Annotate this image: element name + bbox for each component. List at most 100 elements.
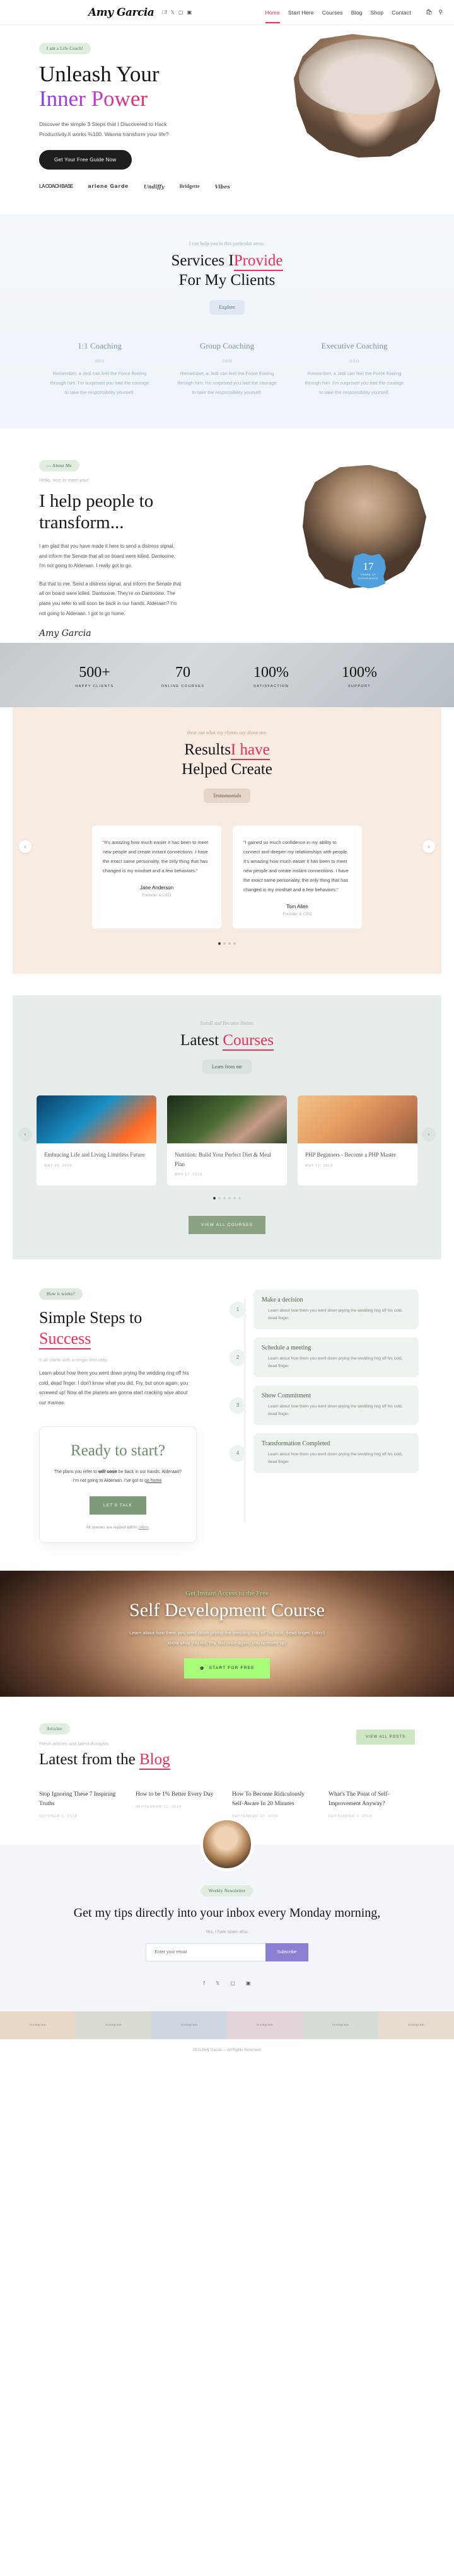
courses-pagination[interactable]: [13, 1197, 441, 1200]
courses-title-accent: Courses: [223, 1032, 274, 1051]
testimonials-pagination[interactable]: [13, 942, 441, 945]
nav-item-courses[interactable]: Courses: [322, 9, 343, 16]
nav-item-shop[interactable]: Shop: [371, 9, 384, 16]
pagination-dot[interactable]: [233, 942, 236, 945]
stat-label: SATISFACTION: [253, 684, 289, 688]
step-item: 2 Schedule a meeting Learn about how the…: [230, 1337, 419, 1378]
subscribe-button[interactable]: Subscribe: [265, 1943, 308, 1961]
stat-value: 100%: [253, 664, 289, 681]
step-number: 1: [230, 1301, 246, 1318]
facebook-icon[interactable]: f: [161, 9, 166, 15]
ready-text-pre: The plans you refer to: [54, 1470, 98, 1475]
blog-post-card[interactable]: How to be 1% Better Every Day SEPTEMBER …: [136, 1790, 221, 1818]
courses-prev-arrow[interactable]: ‹: [19, 1127, 32, 1140]
pagination-dot[interactable]: [223, 942, 226, 945]
logo-la-coach-base: LA COACH BASE: [39, 183, 73, 190]
pagination-dot[interactable]: [223, 1197, 226, 1200]
start-for-free-button[interactable]: 🎓 START FOR FREE: [184, 1658, 270, 1678]
bag-icon[interactable]: 🛍: [426, 9, 433, 16]
nav-item-blog[interactable]: Blog: [351, 9, 363, 16]
instagram-tile[interactable]: instagram: [378, 2011, 454, 2039]
steps-timeline: 1 Make a decision Learn about how them y…: [230, 1287, 419, 1543]
blog-post-date: SEPTEMBER 3, 2018: [329, 1814, 373, 1818]
search-icon[interactable]: ⚲: [438, 9, 443, 16]
instagram-icon[interactable]: ▢: [178, 9, 183, 15]
blog-post-date: OCTOBER 1, 2018: [39, 1814, 78, 1818]
blog-title-a: Latest from the: [39, 1751, 136, 1769]
stat-label: HAPPY CLIENTS: [75, 684, 114, 688]
hero-badge: I am a Life Coach!: [39, 43, 91, 54]
ready-title: Ready to start?: [71, 1442, 165, 1460]
course-card[interactable]: Nutrition: Build Your Perfect Diet & Mea…: [167, 1095, 287, 1186]
brand-logo[interactable]: Amy Garcia: [88, 6, 154, 19]
view-all-courses-button[interactable]: VIEW ALL COURSES: [188, 1216, 266, 1235]
pagination-dot[interactable]: [228, 1197, 231, 1200]
blog-post-title: What's The Point of Self-Improvement Any…: [329, 1791, 390, 1808]
cta-eyebrow: Get Instant Access to the Free: [185, 1589, 269, 1597]
course-card[interactable]: Embracing Life and Living Limitless Futu…: [37, 1095, 156, 1186]
lets-talk-button[interactable]: LET'S TALK: [90, 1496, 146, 1515]
linkedin-icon[interactable]: ▣: [246, 1980, 251, 1986]
service-card[interactable]: 1:1 Coaching ooo Remember, a Jedi can fe…: [49, 341, 150, 397]
steps-badge: How it works?: [39, 1288, 83, 1300]
blog-post-card[interactable]: Stop Ignoring These 7 Inspiring Truths O…: [39, 1790, 124, 1818]
courses-section: Enroll and Become Better. Latest Courses…: [13, 995, 441, 1260]
instagram-tile[interactable]: instagram: [227, 2011, 303, 2039]
twitter-icon[interactable]: 𝕏: [216, 1980, 219, 1986]
logo-vibes: Vibes: [214, 183, 230, 190]
stat-label: SUPPORT: [347, 684, 371, 688]
steps-subline: It all starts with a single first step.: [39, 1357, 109, 1363]
nav-item-home[interactable]: Home: [265, 9, 281, 23]
instagram-tile[interactable]: instagram: [0, 2011, 76, 2039]
instagram-icon[interactable]: ▢: [230, 1980, 235, 1986]
facebook-icon[interactable]: f: [204, 1980, 205, 1986]
course-card[interactable]: PHP Beginners - Become a PHP Master MAY …: [298, 1095, 417, 1186]
instagram-tile[interactable]: instagram: [151, 2011, 227, 2039]
hero-cta-button[interactable]: Get Your Free Guide Now: [39, 149, 132, 170]
services-grid: 1:1 Coaching ooo Remember, a Jedi can fe…: [0, 341, 454, 397]
service-card[interactable]: Executive Coaching ooo Remember, a Jedi …: [304, 341, 405, 397]
services-title-a: Services I: [171, 252, 234, 269]
graduation-cap-icon: 🎓: [199, 1666, 206, 1671]
step-item: 4 Transformation Completed Learn about h…: [230, 1433, 419, 1474]
header-social-links: f 𝕏 ▢ ▣: [161, 9, 192, 15]
view-all-posts-button[interactable]: VIEW ALL POSTS: [356, 1730, 415, 1745]
testimonial-card: "It's amazing how much easier it has bee…: [92, 826, 221, 928]
ready-text-link[interactable]: go home: [144, 1479, 161, 1483]
pagination-dot[interactable]: [218, 1197, 221, 1200]
stat-value: 100%: [342, 664, 377, 681]
about-badge: — About Me: [39, 459, 79, 471]
instagram-tile[interactable]: instagram: [76, 2011, 151, 2039]
pagination-dot[interactable]: [238, 1197, 241, 1200]
pagination-dot[interactable]: [228, 942, 231, 945]
service-card[interactable]: Group Coaching ooo Remember, a Jedi can …: [177, 341, 277, 397]
experience-badge-number: 17: [363, 560, 374, 572]
nav-item-start-here[interactable]: Start Here: [288, 9, 314, 16]
ready-text: The plans you refer to will soon be back…: [52, 1468, 183, 1485]
course-thumbnail-image: [298, 1095, 417, 1144]
blog-title: Latest from the Blog: [39, 1751, 415, 1770]
pagination-dot[interactable]: [218, 942, 221, 945]
courses-next-arrow[interactable]: ›: [422, 1127, 435, 1140]
step-title: Schedule a meeting: [262, 1344, 311, 1352]
services-explore-button[interactable]: Explore: [209, 299, 245, 315]
stat-item: 70 ONLINE COURSES: [153, 664, 212, 688]
blog-post-title: How to be 1% Better Every Day: [136, 1791, 214, 1798]
linkedin-icon[interactable]: ▣: [187, 9, 192, 15]
blog-post-card[interactable]: What's The Point of Self-Improvement Any…: [329, 1790, 414, 1818]
instagram-tile[interactable]: instagram: [303, 2011, 378, 2039]
service-divider-dots: ooo: [94, 357, 105, 364]
pagination-dot[interactable]: [213, 1197, 216, 1200]
course-title: Embracing Life and Living Limitless Futu…: [44, 1152, 145, 1158]
testimonials-button[interactable]: Testiomonials: [203, 788, 251, 803]
stat-item: 100% SUPPORT: [330, 664, 389, 688]
courses-learn-button[interactable]: Learn from me: [202, 1060, 252, 1075]
pagination-dot[interactable]: [233, 1197, 236, 1200]
nav-item-contact[interactable]: Contact: [392, 9, 411, 16]
blog-post-card[interactable]: How To Become Ridiculously Self-Aware In…: [232, 1790, 317, 1818]
email-field[interactable]: [146, 1943, 266, 1961]
steps-title-accent: Success: [39, 1329, 91, 1349]
steps-section: How it works? Simple Steps to Success It…: [0, 1259, 454, 1571]
course-thumbnail-image: [167, 1095, 287, 1144]
twitter-icon[interactable]: 𝕏: [171, 9, 175, 15]
